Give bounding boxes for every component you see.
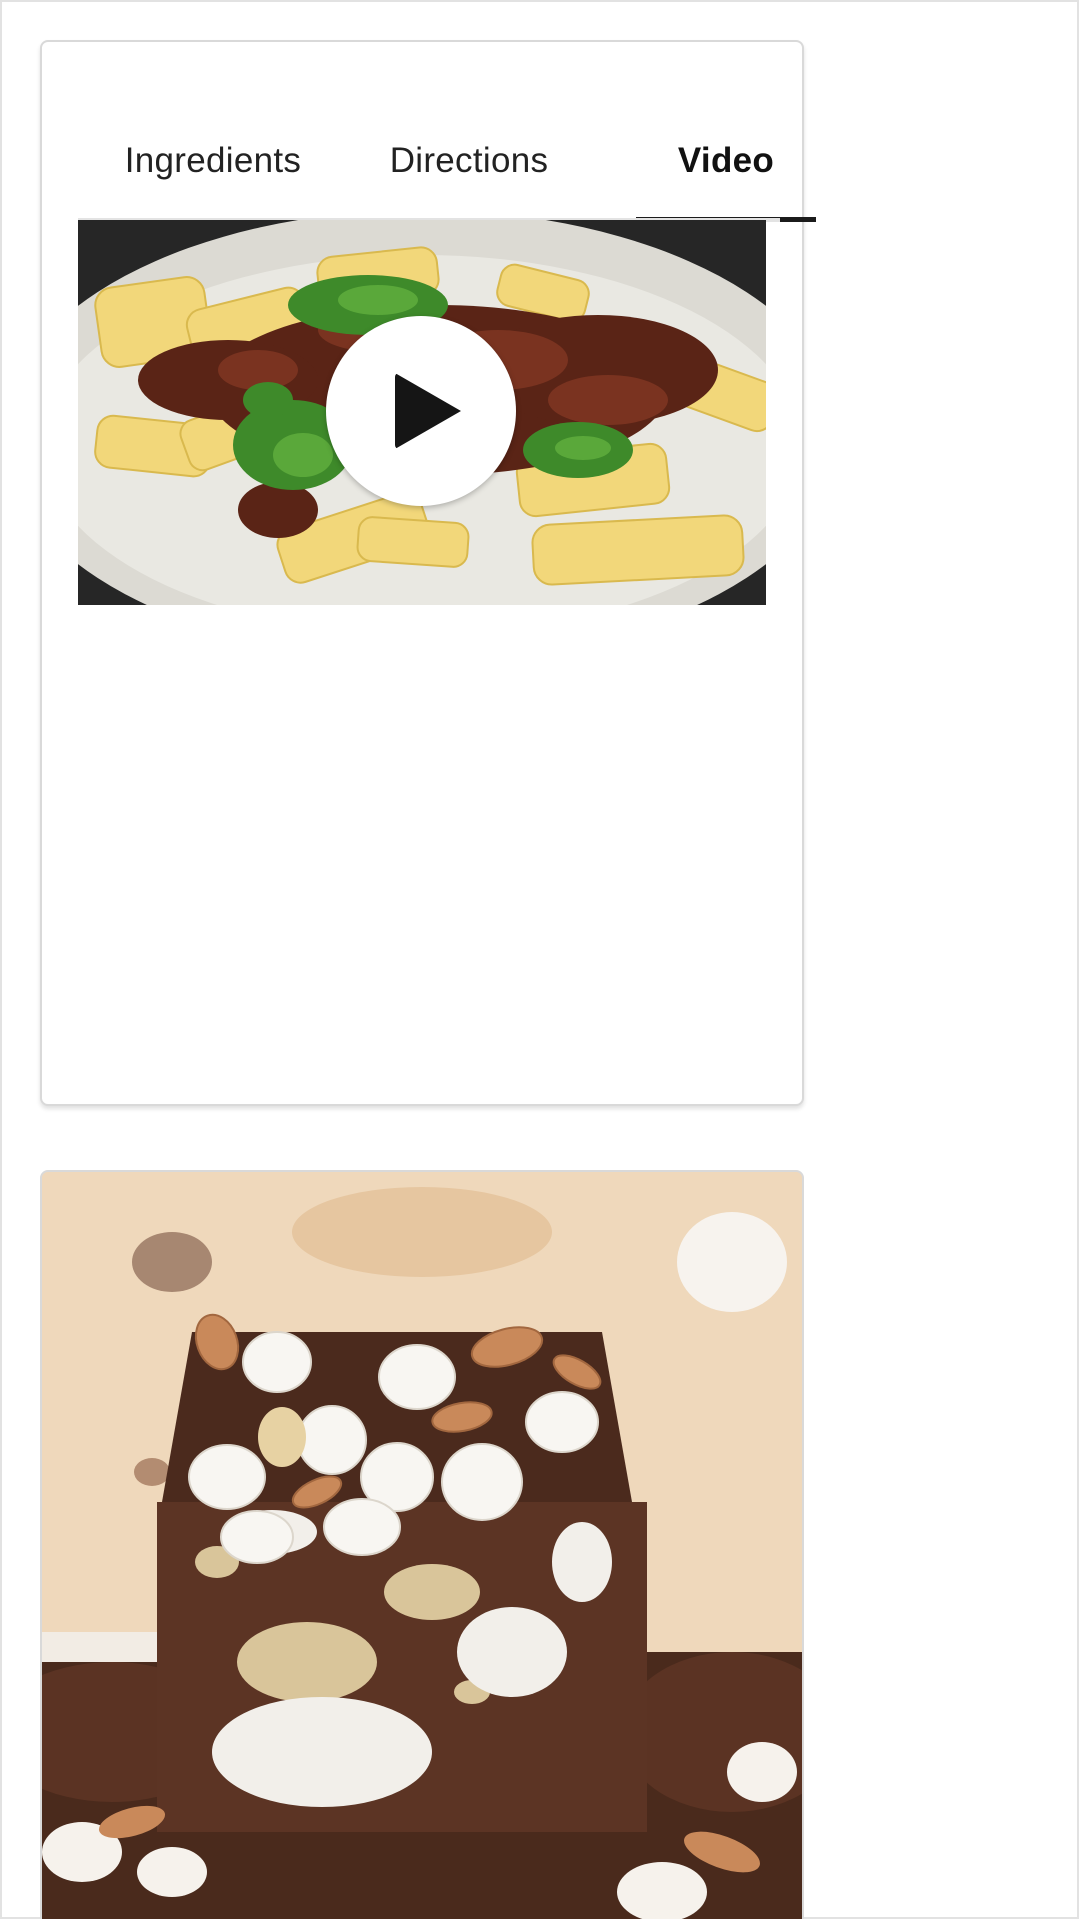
play-icon (395, 373, 461, 449)
recipe-image-card[interactable] (40, 1170, 804, 1919)
tab-video[interactable]: Video (636, 104, 816, 222)
recipe-image (42, 1172, 802, 1919)
page: Ingredients Directions Video (0, 0, 1079, 1919)
recipe-tabs-card: Ingredients Directions Video (40, 40, 816, 1106)
video-player[interactable] (78, 220, 766, 605)
play-button[interactable] (326, 316, 516, 506)
tab-directions[interactable]: Directions (338, 104, 600, 218)
tab-bar: Ingredients Directions Video (78, 104, 816, 222)
tab-ingredients[interactable]: Ingredients (78, 104, 348, 218)
